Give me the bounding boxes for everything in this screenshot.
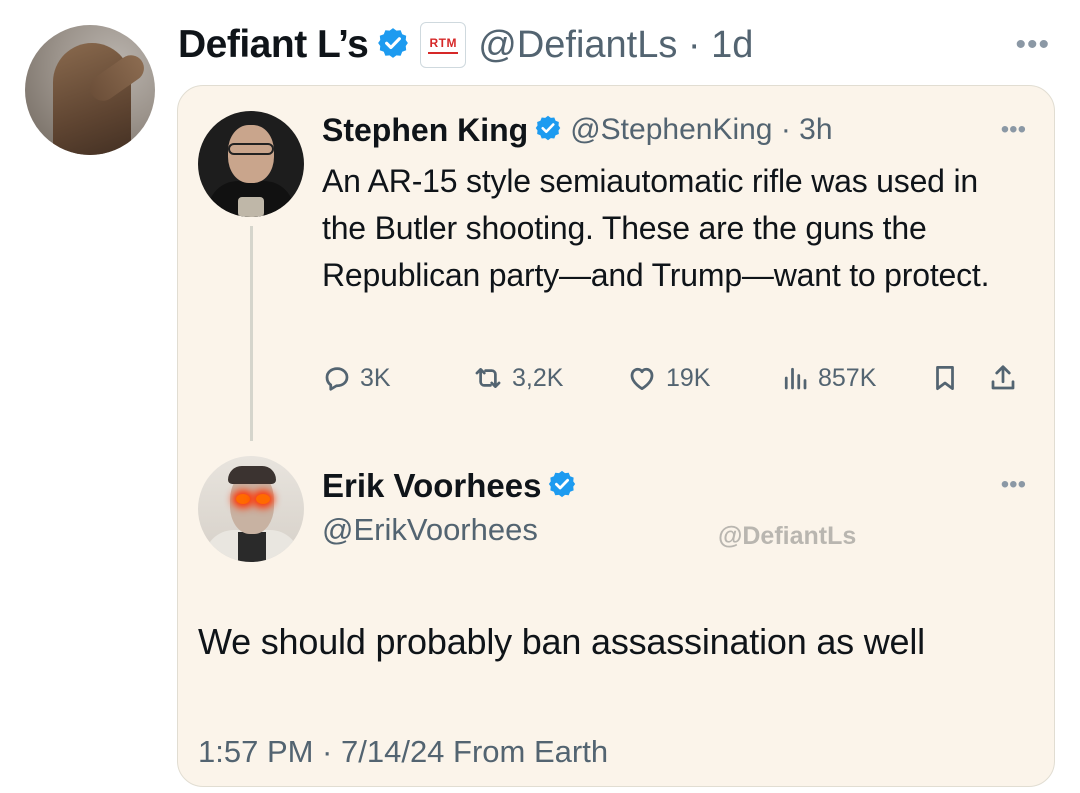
watermark: @DefiantLs bbox=[718, 522, 857, 550]
bookmark-button[interactable] bbox=[930, 356, 960, 400]
views-button[interactable]: 857K bbox=[780, 356, 876, 400]
more-options-icon[interactable]: ••• bbox=[1001, 471, 1026, 499]
verified-badge-icon bbox=[547, 469, 577, 504]
repost-count: 3,2K bbox=[512, 363, 564, 392]
author-avatar[interactable] bbox=[25, 25, 155, 155]
quoted-tweet-header: Stephen King @StephenKing · 3h bbox=[322, 108, 833, 152]
reply-icon bbox=[325, 367, 349, 391]
verified-badge-icon bbox=[534, 114, 562, 147]
like-button[interactable]: 19K bbox=[626, 356, 710, 400]
reply-text: We should probably ban assassination as … bbox=[198, 621, 925, 662]
reply-header: Erik Voorhees bbox=[322, 464, 577, 508]
affiliation-badge-label: RTM bbox=[429, 36, 458, 50]
like-icon bbox=[630, 367, 654, 390]
thread-connector-line bbox=[250, 226, 253, 441]
repost-button[interactable]: 3,2K bbox=[472, 356, 563, 400]
repost-icon bbox=[475, 368, 501, 388]
quoted-author-avatar[interactable] bbox=[198, 111, 304, 217]
more-options-icon[interactable]: ••• bbox=[1015, 28, 1050, 62]
views-icon bbox=[784, 367, 807, 390]
affiliation-badge-underline bbox=[428, 52, 459, 54]
share-button[interactable] bbox=[988, 356, 1018, 400]
tweet-header: Defiant L’s RTM @DefiantLs · 1d bbox=[178, 22, 753, 68]
verified-badge-icon bbox=[376, 26, 410, 65]
reply-author-name[interactable]: Erik Voorhees bbox=[322, 467, 541, 505]
quoted-tweet-card[interactable]: Stephen King @StephenKing · 3h ••• An AR… bbox=[177, 85, 1055, 787]
reply-count: 3K bbox=[360, 363, 391, 392]
avatar-laser-eye bbox=[256, 494, 270, 504]
avatar-shirt bbox=[238, 532, 266, 562]
author-name[interactable]: Defiant L’s bbox=[178, 23, 369, 67]
like-count: 19K bbox=[666, 363, 711, 392]
reply-author-avatar[interactable] bbox=[198, 456, 304, 562]
views-count: 857K bbox=[818, 363, 877, 392]
avatar-laser-eye bbox=[236, 494, 250, 504]
quoted-author-name[interactable]: Stephen King bbox=[322, 112, 528, 149]
reply-author-handle[interactable]: @ErikVoorhees bbox=[322, 512, 538, 548]
bookmark-icon bbox=[936, 366, 954, 390]
tweet-actions-bar: 3K 3,2K 19K 857K bbox=[322, 356, 1042, 400]
quoted-tweet-text: An AR-15 style semiautomatic rifle was u… bbox=[322, 163, 990, 293]
avatar-shirt-print bbox=[238, 197, 264, 217]
quoted-author-handle-time[interactable]: @StephenKing · 3h bbox=[570, 113, 832, 147]
avatar-hair bbox=[228, 466, 276, 484]
reply-button[interactable]: 3K bbox=[322, 356, 391, 400]
avatar-glasses bbox=[228, 143, 274, 155]
share-icon bbox=[991, 365, 1015, 390]
reply-timestamp[interactable]: 1:57 PM · 7/14/24 From Earth bbox=[198, 734, 608, 770]
affiliation-badge[interactable]: RTM bbox=[420, 22, 467, 68]
more-options-icon[interactable]: ••• bbox=[1001, 116, 1026, 144]
author-handle-time[interactable]: @DefiantLs · 1d bbox=[478, 24, 753, 67]
